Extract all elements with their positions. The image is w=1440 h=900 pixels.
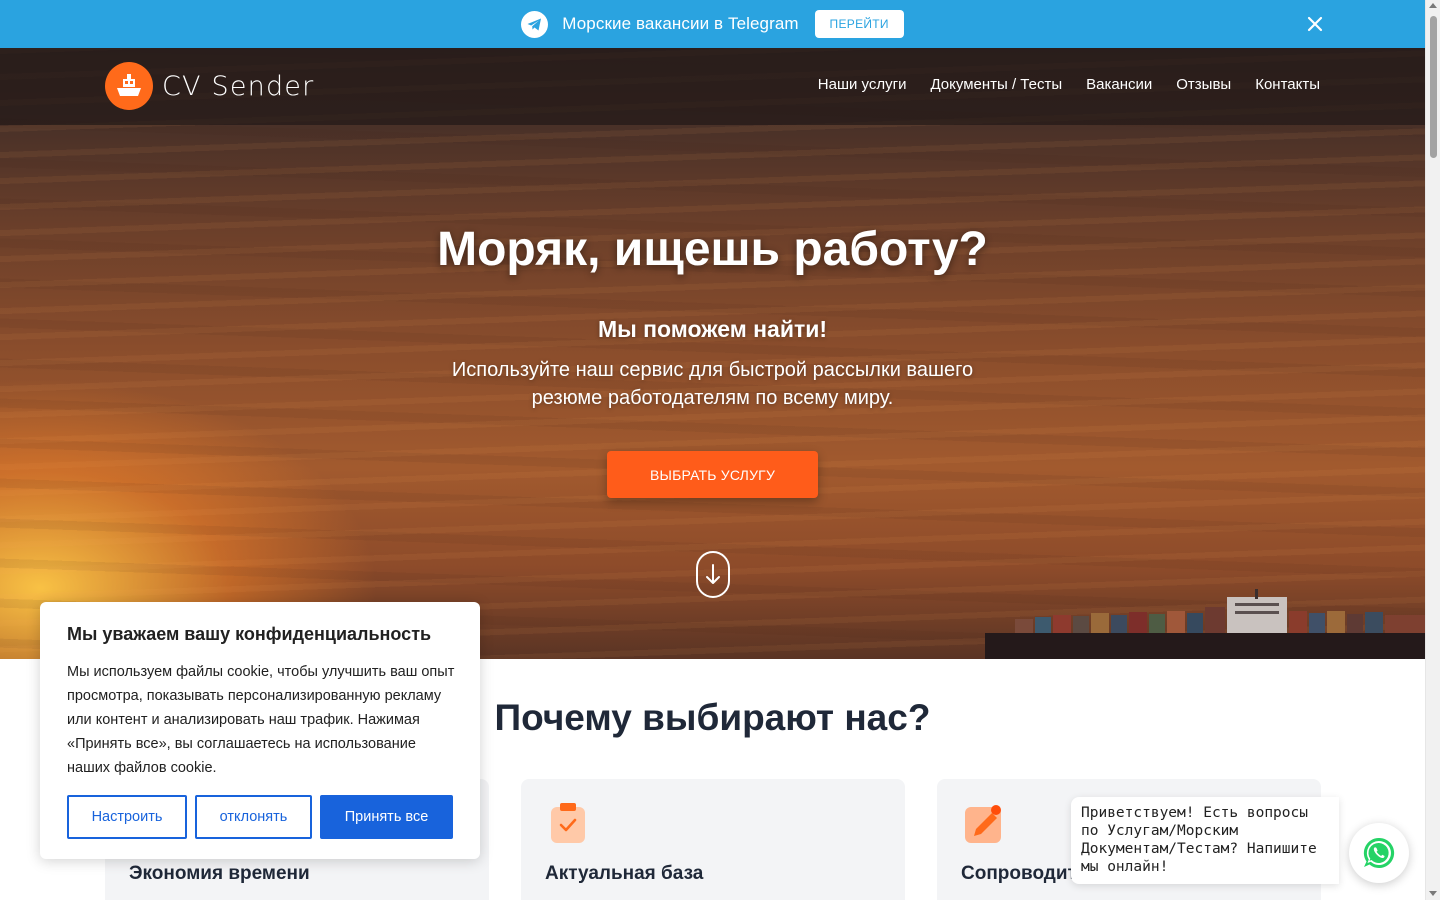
hero-title: Моряк, ищешь работу? (437, 223, 988, 276)
telegram-icon (521, 10, 549, 38)
feature-card-title: Сопроводит (961, 863, 1077, 884)
main-nav: Наши услуги Документы / Тесты Вакансии О… (818, 76, 1320, 93)
scrollbar-thumb[interactable] (1430, 16, 1437, 158)
nav-reviews[interactable]: Отзывы (1176, 76, 1231, 93)
scroll-up-arrow-icon[interactable] (1429, 3, 1437, 8)
feature-card-title: Актуальная база (545, 863, 704, 884)
telegram-go-button[interactable]: ПЕРЕЙТИ (814, 10, 904, 38)
feature-card-title: Экономия времени (129, 863, 310, 884)
clipboard-check-icon (549, 803, 587, 843)
nav-documents-tests[interactable]: Документы / Тесты (930, 76, 1062, 93)
choose-service-button[interactable]: ВЫБРАТЬ УСЛУГУ (607, 451, 818, 498)
logo-text: CV Sender (162, 70, 315, 102)
nav-vacancies[interactable]: Вакансии (1086, 76, 1152, 93)
site-logo[interactable]: CV Sender (105, 62, 314, 110)
nav-services[interactable]: Наши услуги (818, 76, 907, 93)
cookie-title: Мы уважаем вашу конфиденциальность (67, 624, 432, 644)
cookie-settings-button[interactable]: Настроить (67, 795, 187, 839)
page-scrollbar[interactable] (1425, 0, 1440, 900)
cargo-ship-image (985, 589, 1425, 659)
close-icon[interactable] (1305, 14, 1325, 34)
telegram-banner: Морские вакансии в Telegram ПЕРЕЙТИ (0, 0, 1425, 48)
hero-subtitle: Мы поможем найти! (597, 316, 828, 342)
scroll-down-arrow-icon[interactable] (1429, 891, 1437, 896)
cookie-reject-button[interactable]: отклонять (195, 795, 312, 839)
site-header: CV Sender Наши услуги Документы / Тесты … (0, 48, 1425, 125)
hero-description: Используйте наш сервис для быстрой рассы… (451, 359, 974, 409)
cookie-consent-dialog: Мы уважаем вашу конфиденциальность Мы ис… (40, 602, 480, 859)
cookie-accept-button[interactable]: Принять все (320, 795, 453, 839)
nav-contacts[interactable]: Контакты (1255, 76, 1320, 93)
cookie-text: Мы используем файлы cookie, чтобы улучши… (67, 664, 455, 776)
chat-greeting-bubble[interactable]: Приветствуем! Есть вопросы по Услугам/Мо… (1071, 797, 1339, 884)
telegram-banner-text: Морские вакансии в Telegram (562, 14, 799, 33)
feature-card: Актуальная база (521, 779, 905, 900)
ship-logo-icon (105, 62, 153, 110)
scroll-down-icon[interactable] (696, 551, 730, 598)
whatsapp-icon[interactable] (1349, 823, 1409, 883)
pencil-icon (965, 803, 1003, 843)
